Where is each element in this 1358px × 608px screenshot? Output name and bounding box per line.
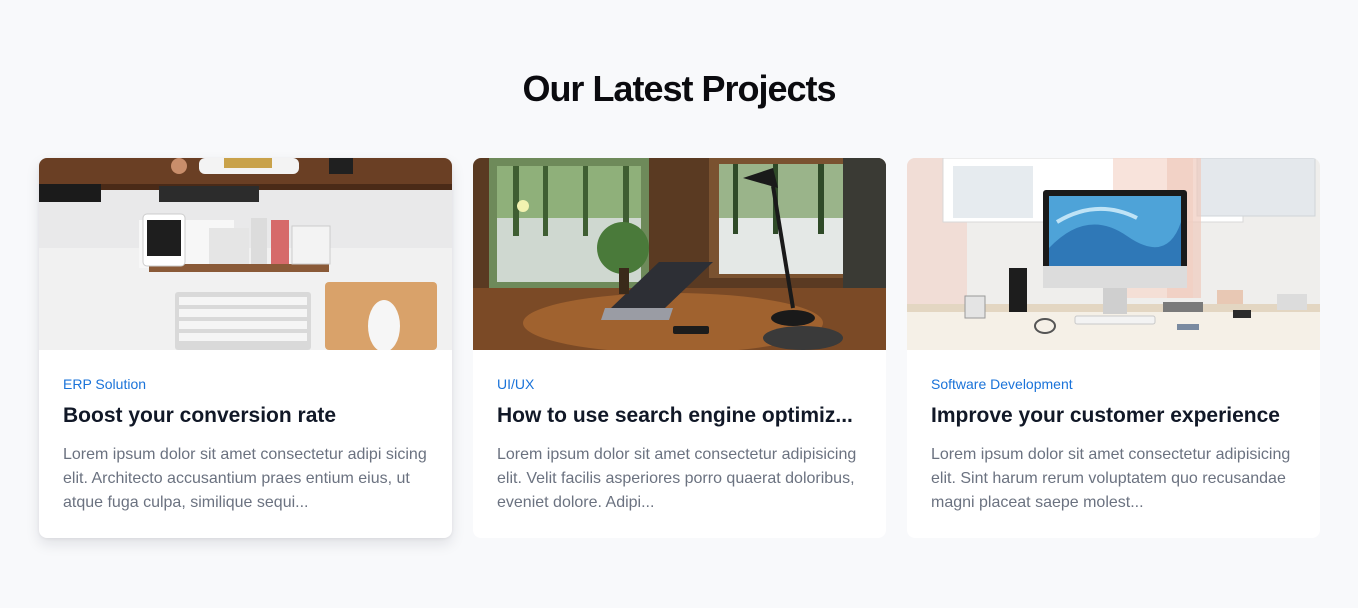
project-cards: ERP Solution Boost your conversion rate … (39, 158, 1320, 538)
project-description: Lorem ipsum dolor sit amet consectetur a… (63, 446, 427, 511)
project-description: Lorem ipsum dolor sit amet consectetur a… (931, 446, 1291, 511)
project-image-laptop-window (473, 158, 886, 350)
section-title: Our Latest Projects (522, 68, 836, 109)
project-card[interactable]: UI/UX How to use search engine optimiz..… (473, 158, 886, 538)
project-category[interactable]: UI/UX (497, 376, 862, 392)
project-card[interactable]: Software Development Improve your custom… (907, 158, 1320, 538)
project-category[interactable]: Software Development (931, 376, 1296, 392)
project-title[interactable]: Boost your conversion rate (63, 403, 428, 429)
project-description: Lorem ipsum dolor sit amet consectetur a… (497, 446, 857, 511)
project-image-desk-workspace (39, 158, 452, 350)
project-image-imac-desk (907, 158, 1320, 350)
project-category[interactable]: ERP Solution (63, 376, 428, 392)
project-card[interactable]: ERP Solution Boost your conversion rate … (39, 158, 452, 538)
latest-projects-section: Our Latest Projects ERP Solution Boost y… (0, 0, 1358, 608)
project-title[interactable]: How to use search engine optimiz... (497, 403, 862, 429)
project-title[interactable]: Improve your customer experience (931, 403, 1296, 429)
